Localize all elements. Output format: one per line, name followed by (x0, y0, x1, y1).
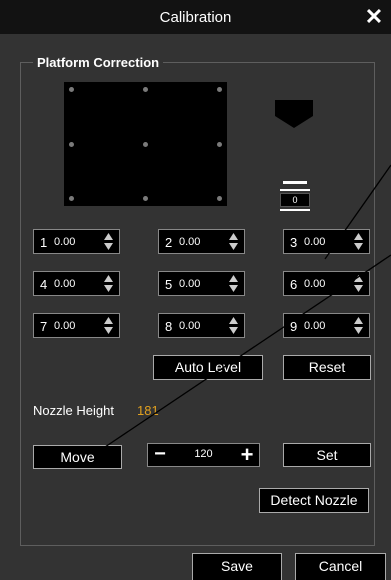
point-index: 2 (165, 235, 173, 250)
point-index: 3 (290, 235, 298, 250)
cancel-button[interactable]: Cancel (295, 553, 386, 580)
point-value[interactable]: 0.00 (179, 236, 200, 248)
spin-arrows-icon[interactable] (354, 233, 363, 250)
move-button[interactable]: Move (33, 445, 122, 469)
point-1-spinbox[interactable]: 1 0.00 (33, 229, 120, 254)
detect-nozzle-button[interactable]: Detect Nozzle (259, 488, 369, 513)
probe-point-9 (217, 196, 222, 201)
probe-point-1 (69, 87, 74, 92)
point-value[interactable]: 0.00 (179, 278, 200, 290)
spin-arrows-icon[interactable] (354, 275, 363, 292)
point-index: 8 (165, 319, 173, 334)
title-bar: Calibration ✕ (0, 0, 391, 34)
point-value[interactable]: 0.00 (54, 236, 75, 248)
indicator-value: 0 (280, 193, 310, 207)
nozzle-height-label: Nozzle Height (33, 403, 114, 418)
probe-point-2 (143, 87, 148, 92)
spin-arrows-icon[interactable] (229, 317, 238, 334)
point-index: 4 (40, 277, 48, 292)
window-title: Calibration (159, 9, 232, 26)
nozzle-height-value: 181 (137, 403, 159, 418)
indicator-bar-top (283, 181, 307, 184)
indicator-bar-bottom (280, 209, 310, 211)
spin-arrows-icon[interactable] (104, 317, 113, 334)
point-9-spinbox[interactable]: 9 0.00 (283, 313, 370, 338)
point-index: 9 (290, 319, 298, 334)
point-value[interactable]: 0.00 (304, 236, 325, 248)
group-label: Platform Correction (33, 55, 164, 70)
stepper-value[interactable]: 120 (178, 448, 229, 460)
offset-indicator: 0 (280, 181, 310, 211)
indicator-bar-mid (280, 189, 310, 191)
set-button[interactable]: Set (283, 443, 371, 467)
increment-button[interactable]: + (235, 444, 259, 466)
probe-point-7 (69, 196, 74, 201)
save-button[interactable]: Save (192, 553, 282, 580)
point-index: 1 (40, 235, 48, 250)
spin-arrows-icon[interactable] (104, 233, 113, 250)
point-index: 7 (40, 319, 48, 334)
probe-point-8 (143, 196, 148, 201)
point-value[interactable]: 0.00 (179, 320, 200, 332)
spin-arrows-icon[interactable] (229, 275, 238, 292)
probe-point-5 (143, 142, 148, 147)
spin-arrows-icon[interactable] (354, 317, 363, 334)
reset-button[interactable]: Reset (283, 355, 371, 380)
point-2-spinbox[interactable]: 2 0.00 (158, 229, 245, 254)
point-value[interactable]: 0.00 (54, 320, 75, 332)
point-index: 6 (290, 277, 298, 292)
point-3-spinbox[interactable]: 3 0.00 (283, 229, 370, 254)
point-6-spinbox[interactable]: 6 0.00 (283, 271, 370, 296)
probe-point-3 (217, 87, 222, 92)
point-value[interactable]: 0.00 (304, 320, 325, 332)
point-value[interactable]: 0.00 (304, 278, 325, 290)
decrement-button[interactable]: − (148, 444, 172, 466)
point-5-spinbox[interactable]: 5 0.00 (158, 271, 245, 296)
probe-point-6 (217, 142, 222, 147)
spin-arrows-icon[interactable] (229, 233, 238, 250)
probe-point-4 (69, 142, 74, 147)
spin-arrows-icon[interactable] (104, 275, 113, 292)
move-distance-stepper[interactable]: − 120 + (147, 443, 260, 467)
auto-level-button[interactable]: Auto Level (153, 355, 263, 380)
point-4-spinbox[interactable]: 4 0.00 (33, 271, 120, 296)
point-index: 5 (165, 277, 173, 292)
bed-preview (64, 82, 227, 206)
point-8-spinbox[interactable]: 8 0.00 (158, 313, 245, 338)
nozzle-icon (275, 100, 313, 128)
point-value[interactable]: 0.00 (54, 278, 75, 290)
close-icon[interactable]: ✕ (363, 6, 385, 28)
point-7-spinbox[interactable]: 7 0.00 (33, 313, 120, 338)
